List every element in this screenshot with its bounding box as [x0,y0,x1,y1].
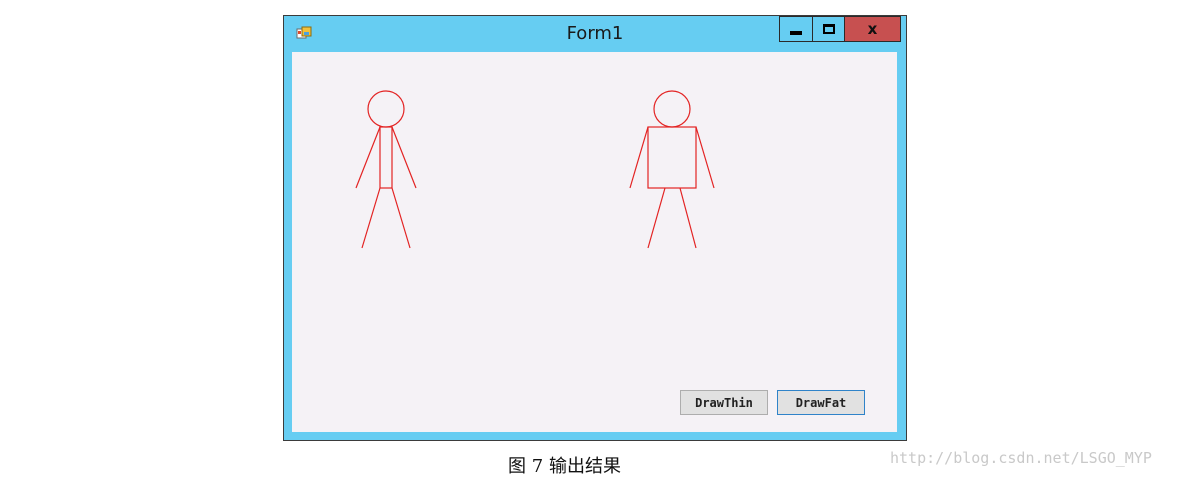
fat-figure-right-arm [695,126,715,189]
minimize-button[interactable] [779,16,813,42]
close-button[interactable]: x [844,16,901,42]
thin-figure-left-arm [355,126,381,189]
thin-figure-right-arm [391,126,417,189]
close-icon: x [867,19,878,38]
thin-figure-right-leg [391,187,411,249]
drawing-canvas [355,90,715,249]
draw-fat-button[interactable]: DrawFat [777,390,865,415]
minimize-icon [790,31,802,35]
app-window: Form1 x DrawThin DrawFat [283,15,907,441]
fat-figure-right-leg [679,187,697,249]
thin-figure-left-leg [361,187,381,249]
fat-figure-left-leg [647,187,666,249]
thin-figure-body [379,126,393,189]
fat-figure-head [653,90,691,128]
title-bar[interactable]: Form1 x [284,16,906,52]
fat-figure-body [647,126,697,189]
fat-stick-figure [629,90,715,249]
watermark-url: http://blog.csdn.net/LSGO_MYP [890,449,1152,467]
draw-thin-button[interactable]: DrawThin [680,390,768,415]
thin-figure-head [367,90,405,128]
thin-stick-figure [355,90,417,249]
fat-figure-left-arm [629,126,649,189]
maximize-icon [822,24,835,34]
maximize-button[interactable] [812,16,845,42]
form-client-area: DrawThin DrawFat [292,52,897,432]
